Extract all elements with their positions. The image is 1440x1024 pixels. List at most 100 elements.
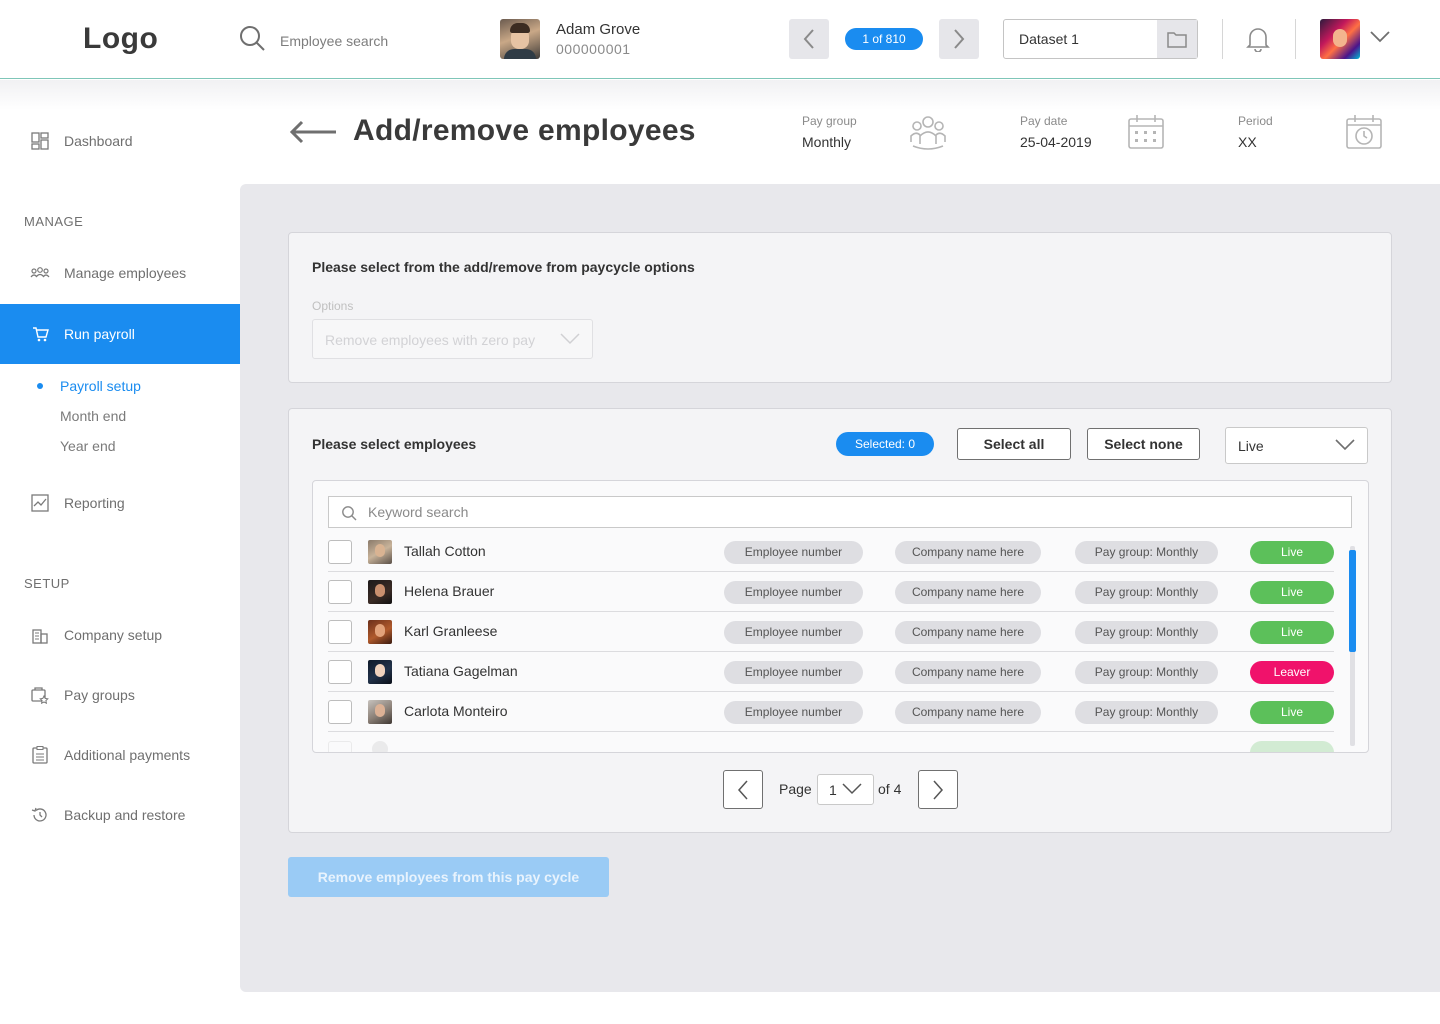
page-select-value: 1 (829, 782, 837, 798)
status-filter-select[interactable]: Live (1225, 427, 1368, 464)
sidebar-item-label: Backup and restore (64, 807, 186, 823)
previous-page-button[interactable] (723, 770, 763, 809)
sidebar-subitem-month-end[interactable]: Month end (60, 408, 126, 424)
sidebar-heading-setup: SETUP (24, 576, 70, 591)
sidebar-item-additional-payments[interactable]: Additional payments (0, 735, 240, 775)
folder-icon[interactable] (1157, 20, 1197, 58)
sidebar-item-pay-groups[interactable]: Pay groups (0, 675, 240, 715)
options-select-value: Remove employees with zero pay (325, 332, 536, 348)
pay-group-pill: Pay group: Monthly (1075, 581, 1218, 604)
employee-number-pill: Employee number (724, 661, 863, 684)
sidebar-item-label: Dashboard (64, 133, 133, 149)
next-employee-button[interactable] (939, 19, 979, 59)
sidebar-item-dashboard[interactable]: Dashboard (0, 121, 240, 161)
divider (1295, 19, 1296, 59)
status-badge: Live (1250, 701, 1334, 724)
avatar (368, 540, 392, 564)
company-pill: Company name here (895, 581, 1041, 604)
company-pill: Company name here (895, 621, 1041, 644)
period-value: XX (1238, 134, 1257, 150)
sidebar-item-manage-employees[interactable]: Manage employees (0, 253, 240, 293)
status-badge: Live (1250, 581, 1334, 604)
table-row[interactable]: Helena Brauer Employee number Company na… (328, 572, 1334, 612)
remove-employees-button[interactable]: Remove employees from this pay cycle (288, 857, 609, 897)
pay-group-value: Monthly (802, 134, 852, 150)
back-arrow-icon[interactable] (289, 120, 337, 149)
employee-number-pill: Employee number (724, 541, 863, 564)
select-all-button[interactable]: Select all (957, 428, 1071, 460)
select-none-button[interactable]: Select none (1087, 428, 1200, 460)
options-card-title: Please select from the add/remove from p… (312, 259, 695, 275)
sidebar-item-run-payroll[interactable]: Run payroll (0, 304, 240, 364)
chevron-down-icon (1335, 438, 1355, 457)
row-checkbox[interactable] (328, 660, 352, 684)
employee-number-pill: Employee number (724, 621, 863, 644)
table-row[interactable]: Tatiana Gagelman Employee number Company… (328, 652, 1334, 692)
sidebar-item-label: Run payroll (64, 326, 135, 342)
row-checkbox[interactable] (328, 580, 352, 604)
sidebar-subitem-payroll-setup[interactable]: Payroll setup (60, 378, 141, 394)
employee-name: Carlota Monteiro (404, 703, 508, 719)
sidebar-item-company-setup[interactable]: Company setup (0, 615, 240, 655)
employee-name: Tatiana Gagelman (404, 663, 518, 679)
page-title: Add/remove employees (353, 114, 696, 147)
employee-number-pill: Employee number (724, 701, 863, 724)
pay-group-pill: Pay group: Monthly (1075, 541, 1218, 564)
table-row[interactable]: Carlota Monteiro Employee number Company… (328, 692, 1334, 732)
employee-counter-badge: 1 of 810 (845, 28, 923, 50)
employee-search[interactable]: Employee search (238, 24, 388, 57)
bell-icon[interactable] (1246, 26, 1270, 57)
company-pill: Company name here (895, 541, 1041, 564)
status-badge: Live (1250, 541, 1334, 564)
status-filter-value: Live (1238, 438, 1264, 454)
sidebar-heading-manage: MANAGE (24, 214, 84, 229)
avatar (368, 620, 392, 644)
sidebar-item-label: Company setup (64, 627, 163, 643)
status-badge: Leaver (1250, 661, 1334, 684)
employee-search-placeholder[interactable]: Employee search (280, 33, 388, 49)
group-icon (909, 114, 947, 155)
page-select[interactable]: 1 (817, 774, 874, 805)
row-checkbox[interactable] (328, 540, 352, 564)
status-badge: Live (1250, 621, 1334, 644)
row-checkbox[interactable] (328, 620, 352, 644)
employee-number-pill: Employee number (724, 581, 863, 604)
dataset-value: Dataset 1 (1019, 31, 1079, 47)
page-total: of 4 (878, 781, 902, 797)
pay-group-pill: Pay group: Monthly (1075, 701, 1218, 724)
employees-card-title: Please select employees (312, 436, 477, 452)
building-icon (30, 625, 50, 645)
previous-employee-button[interactable] (789, 19, 829, 59)
table-row-partial (328, 738, 1334, 752)
table-row[interactable]: Tallah Cotton Employee number Company na… (328, 532, 1334, 572)
pay-group-pill: Pay group: Monthly (1075, 661, 1218, 684)
calendar-clock-icon (1345, 114, 1383, 155)
search-icon (341, 505, 357, 526)
options-select[interactable]: Remove employees with zero pay (312, 319, 593, 359)
chevron-right-icon (954, 29, 965, 49)
table-row[interactable]: Karl Granleese Employee number Company n… (328, 612, 1334, 652)
keyword-search-input[interactable]: Keyword search (328, 496, 1352, 528)
user-avatar[interactable] (1320, 19, 1360, 59)
sidebar-item-backup-restore[interactable]: Backup and restore (0, 795, 240, 835)
selected-count-badge: Selected: 0 (836, 432, 934, 456)
next-page-button[interactable] (918, 770, 958, 809)
chevron-left-icon (737, 780, 748, 799)
company-pill: Company name here (895, 701, 1041, 724)
sidebar-subitem-year-end[interactable]: Year end (60, 438, 116, 454)
people-icon (30, 263, 50, 283)
employee-name: Karl Granleese (404, 623, 498, 639)
pay-group-pill: Pay group: Monthly (1075, 621, 1218, 644)
chevron-down-icon[interactable] (1370, 30, 1390, 48)
avatar (368, 660, 392, 684)
report-icon (30, 493, 50, 513)
active-bullet (37, 383, 43, 389)
row-checkbox[interactable] (328, 700, 352, 724)
dataset-select[interactable]: Dataset 1 (1003, 19, 1198, 59)
calendar-icon (1127, 114, 1165, 155)
chevron-down-icon (842, 782, 862, 801)
logo[interactable]: Logo (83, 22, 158, 56)
scrollbar-thumb[interactable] (1349, 550, 1356, 652)
sidebar-item-reporting[interactable]: Reporting (0, 483, 240, 523)
avatar (368, 580, 392, 604)
